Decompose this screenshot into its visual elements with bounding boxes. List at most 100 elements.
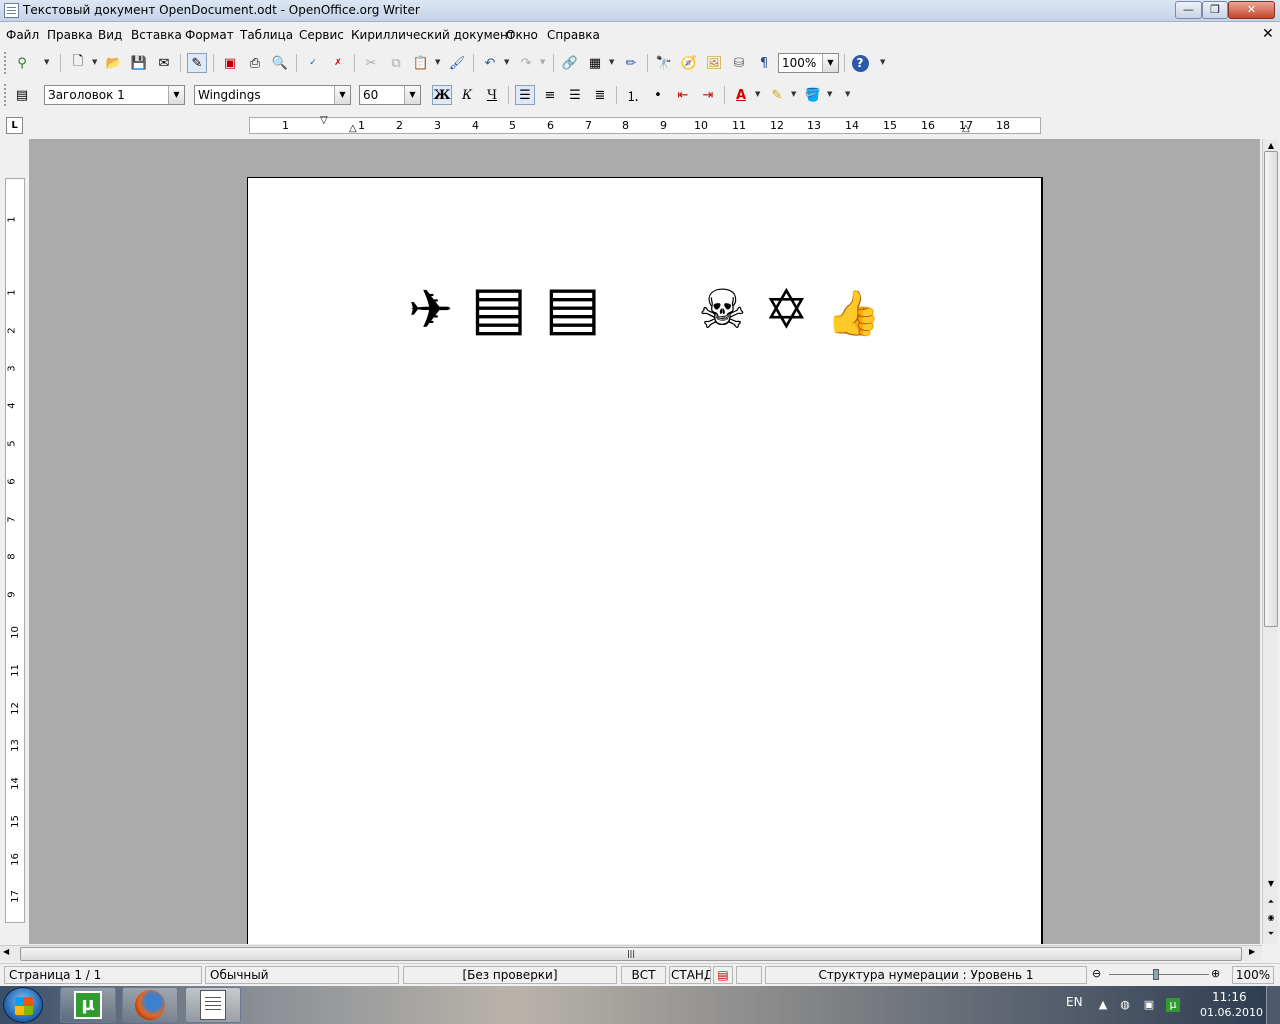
menu-insert[interactable]: Вставка bbox=[131, 28, 182, 42]
open-icon[interactable]: 📂 bbox=[104, 53, 124, 73]
bullets-icon[interactable]: • bbox=[648, 85, 668, 105]
scroll-right-icon[interactable]: ▶ bbox=[1249, 947, 1255, 956]
highlighting-dropdown-icon[interactable]: ▼ bbox=[791, 90, 796, 98]
formatting-marks-icon[interactable]: ¶ bbox=[754, 53, 774, 73]
vertical-scroll-thumb[interactable] bbox=[1264, 151, 1278, 627]
page-indicator[interactable]: Страница 1 / 1 bbox=[4, 966, 202, 984]
table-dropdown-icon[interactable]: ▼ bbox=[609, 58, 614, 66]
previous-page-icon[interactable]: ⏶ bbox=[1264, 895, 1278, 909]
taskbar-firefox[interactable] bbox=[122, 987, 178, 1023]
first-line-indent-marker[interactable]: ▽ bbox=[320, 115, 328, 126]
toolbar-options-icon[interactable]: ▼ bbox=[44, 58, 49, 66]
zoom-percent[interactable]: 100% bbox=[1232, 966, 1274, 984]
data-sources-icon[interactable]: ⛁ bbox=[729, 53, 749, 73]
highlighting-icon[interactable]: ✎ bbox=[767, 85, 787, 105]
insert-mode[interactable]: ВСТ bbox=[621, 966, 666, 984]
show-draw-functions-icon[interactable]: ✏ bbox=[621, 53, 641, 73]
paste-dropdown-icon[interactable]: ▼ bbox=[435, 58, 440, 66]
menu-window[interactable]: Окно bbox=[506, 28, 538, 42]
menu-table[interactable]: Таблица bbox=[240, 28, 293, 42]
new-document-icon[interactable]: 🗋 bbox=[68, 53, 88, 73]
print-icon[interactable]: ⎙ bbox=[245, 53, 265, 73]
start-button[interactable] bbox=[3, 987, 43, 1023]
horizontal-scrollbar[interactable]: ◀ ||| ▶ bbox=[0, 945, 1262, 961]
show-hidden-icons-icon[interactable]: ▲ bbox=[1096, 998, 1110, 1012]
taskbar-utorrent[interactable]: µ bbox=[60, 987, 116, 1023]
chevron-down-icon[interactable]: ▼ bbox=[822, 54, 838, 72]
increase-indent-icon[interactable]: ⇥ bbox=[698, 85, 718, 105]
autospellcheck-icon[interactable]: ✗ bbox=[328, 53, 348, 73]
menu-cyrillic-document[interactable]: Кириллический документ bbox=[351, 28, 515, 42]
save-icon[interactable]: 💾 bbox=[129, 53, 149, 73]
menu-edit[interactable]: Правка bbox=[47, 28, 93, 42]
find-replace-icon[interactable]: 🔭 bbox=[654, 53, 674, 73]
numbering-icon[interactable]: ⒈ bbox=[623, 85, 643, 105]
clock-time[interactable]: 11:16 bbox=[1212, 990, 1247, 1004]
font-name-combo[interactable]: Wingdings ▼ bbox=[194, 85, 351, 105]
align-left-icon[interactable]: ☰ bbox=[515, 85, 535, 105]
minimize-button[interactable]: — bbox=[1175, 1, 1202, 19]
zoom-out-icon[interactable]: ⊖ bbox=[1092, 967, 1101, 980]
export-pdf-icon[interactable]: ▣ bbox=[220, 53, 240, 73]
undo-icon[interactable]: ↶ bbox=[480, 53, 500, 73]
justify-icon[interactable]: ≣ bbox=[590, 85, 610, 105]
scroll-down-icon[interactable]: ▼ bbox=[1264, 877, 1278, 891]
paragraph-style-combo[interactable]: Заголовок 1 ▼ bbox=[44, 85, 185, 105]
toolbar-options-icon[interactable]: ▼ bbox=[845, 90, 850, 98]
maximize-button[interactable]: ❐ bbox=[1202, 1, 1228, 19]
tray-app-icon[interactable]: ◍ bbox=[1118, 998, 1132, 1012]
find-bar-icon[interactable]: ⚲ bbox=[12, 53, 32, 73]
font-size-combo[interactable]: 60 ▼ bbox=[359, 85, 421, 105]
close-button[interactable]: ✕ bbox=[1228, 1, 1275, 19]
zoom-track[interactable] bbox=[1109, 974, 1209, 975]
zoom-knob[interactable] bbox=[1153, 969, 1159, 980]
menu-format[interactable]: Формат bbox=[185, 28, 234, 42]
align-right-icon[interactable]: ☰ bbox=[565, 85, 585, 105]
digital-signature-cell[interactable] bbox=[736, 966, 762, 984]
menu-file[interactable]: Файл bbox=[6, 28, 39, 42]
writer-app-icon[interactable] bbox=[4, 3, 19, 18]
left-indent-marker[interactable]: △ bbox=[349, 123, 357, 134]
font-color-icon[interactable]: A bbox=[731, 85, 751, 105]
chevron-down-icon[interactable]: ▼ bbox=[334, 86, 350, 104]
hyperlink-icon[interactable]: 🔗 bbox=[560, 53, 580, 73]
page-style[interactable]: Обычный bbox=[205, 966, 399, 984]
tab-selector[interactable]: L bbox=[6, 117, 23, 134]
scroll-left-icon[interactable]: ◀ bbox=[3, 947, 9, 956]
redo-icon[interactable]: ↷ bbox=[516, 53, 536, 73]
menu-tools[interactable]: Сервис bbox=[299, 28, 344, 42]
show-desktop-button[interactable] bbox=[1266, 986, 1280, 1024]
menu-view[interactable]: Вид bbox=[98, 28, 122, 42]
edit-mode-icon[interactable]: ✎ bbox=[187, 53, 207, 73]
zoom-combo[interactable]: 100% ▼ bbox=[778, 53, 839, 73]
decrease-indent-icon[interactable]: ⇤ bbox=[673, 85, 693, 105]
vertical-ruler[interactable]: 1 1 2 3 4 5 6 7 8 9 10 11 12 13 14 15 16… bbox=[5, 178, 25, 923]
help-button[interactable]: ? bbox=[850, 53, 870, 73]
zoom-in-icon[interactable]: ⊕ bbox=[1211, 967, 1220, 980]
styles-formatting-icon[interactable]: ▤ bbox=[12, 85, 32, 105]
copy-icon[interactable]: ⧉ bbox=[386, 53, 406, 73]
clock-date[interactable]: 01.06.2010 bbox=[1200, 1006, 1263, 1019]
email-icon[interactable]: ✉ bbox=[154, 53, 174, 73]
language-indicator[interactable]: EN bbox=[1066, 995, 1083, 1024]
horizontal-scroll-thumb[interactable]: ||| bbox=[20, 947, 1242, 961]
table-icon[interactable]: ▦ bbox=[585, 53, 605, 73]
align-center-icon[interactable]: ≡ bbox=[540, 85, 560, 105]
language-status[interactable]: [Без проверки] bbox=[403, 966, 617, 984]
redo-dropdown-icon[interactable]: ▼ bbox=[540, 58, 545, 66]
horizontal-ruler[interactable]: 1 1 2 3 4 5 6 7 8 9 10 11 12 13 14 15 16… bbox=[249, 115, 1041, 134]
close-document-icon[interactable]: ✕ bbox=[1262, 26, 1274, 42]
network-icon[interactable]: ▣ bbox=[1142, 998, 1156, 1012]
italic-button[interactable]: К bbox=[457, 85, 477, 105]
navigator-icon[interactable]: 🧭 bbox=[679, 53, 699, 73]
selection-mode[interactable]: СТАНД bbox=[669, 966, 711, 984]
toolbar-options-icon[interactable]: ▼ bbox=[880, 58, 885, 66]
heading-paragraph[interactable]: ✈ ▤ ▤ ☠ ✡ 👍 bbox=[408, 273, 881, 349]
toolbar-grip[interactable] bbox=[4, 52, 8, 74]
print-preview-icon[interactable]: 🔍 bbox=[270, 53, 290, 73]
underline-button[interactable]: Ч bbox=[482, 85, 502, 105]
spellcheck-icon[interactable]: ✓ bbox=[303, 53, 323, 73]
cut-icon[interactable]: ✂ bbox=[361, 53, 381, 73]
zoom-slider[interactable]: ⊖ ⊕ bbox=[1089, 966, 1227, 984]
new-dropdown-icon[interactable]: ▼ bbox=[92, 58, 97, 66]
